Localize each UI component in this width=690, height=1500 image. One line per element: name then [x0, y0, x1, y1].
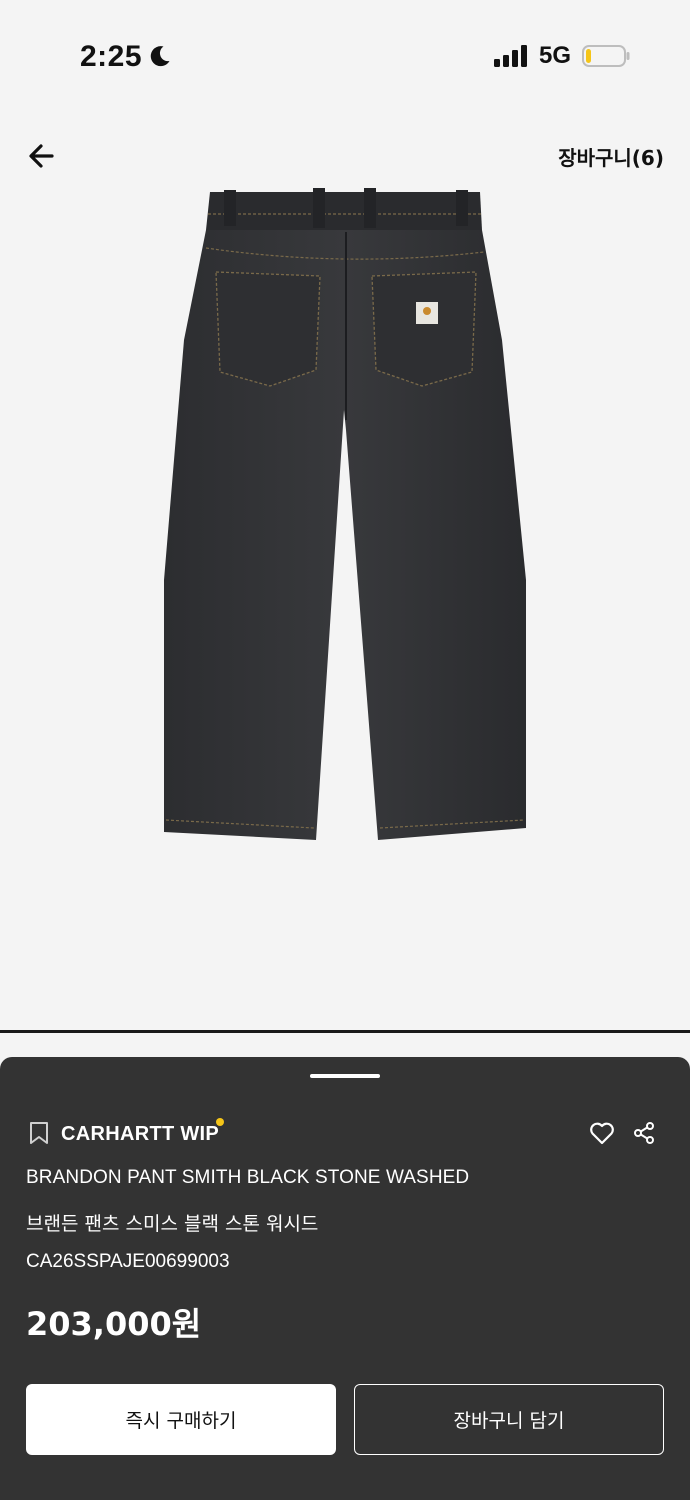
- battery-icon: [582, 45, 630, 67]
- network-label: 5G: [539, 42, 572, 69]
- product-price: 203,000원: [26, 1305, 202, 1343]
- cart-link[interactable]: 장바구니(6): [558, 142, 664, 171]
- product-name-ko: 브랜든 팬츠 스미스 블랙 스톤 워시드: [26, 1213, 319, 1235]
- product-sku: CA26SSPAJE00699003: [26, 1251, 230, 1272]
- arrow-left-icon[interactable]: [24, 138, 60, 174]
- image-divider: [0, 1030, 690, 1033]
- product-info-sheet: CARHARTT WIP BRANDON PANT SMITH BLACK ST…: [0, 1057, 690, 1500]
- brand-row: CARHARTT WIP: [26, 1117, 666, 1149]
- share-icon[interactable]: [632, 1121, 656, 1145]
- bookmark-icon[interactable]: [28, 1121, 50, 1145]
- top-nav: 장바구니(6): [0, 128, 690, 184]
- brand-name[interactable]: CARHARTT WIP: [61, 1123, 219, 1146]
- product-image: [164, 188, 526, 840]
- sheet-handle[interactable]: [310, 1074, 380, 1078]
- status-bar: 2:25 5G: [0, 0, 690, 110]
- status-time: 2:25: [80, 40, 143, 73]
- brand-new-dot: [216, 1118, 224, 1126]
- moon-icon: [150, 46, 170, 67]
- heart-icon[interactable]: [588, 1119, 616, 1147]
- product-name-en: BRANDON PANT SMITH BLACK STONE WASHED: [26, 1167, 470, 1188]
- buy-now-button[interactable]: 즉시 구매하기: [26, 1384, 336, 1455]
- signal-icon: [494, 45, 527, 67]
- add-to-cart-button[interactable]: 장바구니 담기: [354, 1384, 664, 1455]
